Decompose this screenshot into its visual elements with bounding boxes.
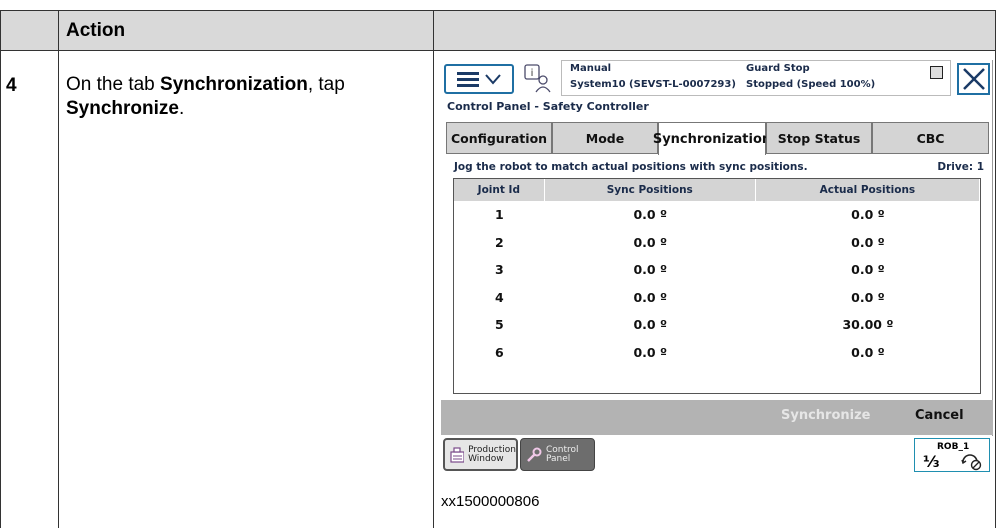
table-row[interactable]: 4 0.0 º 0.0 º (454, 284, 980, 312)
tab-bar: Configuration Mode Synchronization Stop … (446, 122, 989, 155)
operator-info-icon[interactable]: i (523, 63, 553, 93)
close-icon (962, 68, 985, 90)
production-window-icon (450, 446, 465, 463)
column-actual-positions: Actual Positions (756, 179, 980, 201)
production-window-task[interactable]: Production Window (443, 438, 518, 471)
sync-position: 0.0 º (633, 207, 668, 223)
joint-id: 6 (494, 344, 504, 360)
actual-position: 0.0 º (851, 344, 885, 360)
table-header-row (0, 10, 996, 50)
table-column-divider-2 (433, 10, 434, 528)
sync-position: 0.0 º (633, 344, 668, 360)
production-label-line2: Window (468, 453, 504, 464)
actual-position: 30.00 º (842, 317, 894, 333)
tab-mode[interactable]: Mode (552, 122, 658, 154)
actual-position: 0.0 º (851, 262, 885, 278)
tab-configuration[interactable]: Configuration (446, 122, 552, 154)
hamburger-icon (457, 72, 479, 87)
action-column-header: Action (66, 20, 126, 41)
joint-id: 4 (494, 289, 504, 305)
drive-label: Drive: 1 (937, 161, 984, 173)
system-name: System10 (SEVST-L-0007293) (570, 79, 736, 90)
table-row[interactable]: 5 0.0 º 30.00 º (454, 311, 980, 339)
table-border-left (0, 10, 1, 528)
column-joint-id: Joint Id (454, 179, 545, 201)
step-instruction: On the tab Synchronization, tap Synchron… (66, 74, 345, 119)
taskbar: Production Window Control Panel ROB_1 ⅓ (441, 436, 993, 475)
mechanical-unit-label: ROB_1 (937, 442, 970, 452)
controller-state: Guard Stop (746, 63, 810, 74)
event-log-icon (930, 66, 943, 79)
close-button[interactable] (957, 63, 990, 95)
command-bar: Synchronize Cancel (441, 400, 993, 435)
table-column-divider-1 (58, 10, 59, 528)
main-menu-button[interactable] (444, 64, 514, 94)
joint-id: 1 (494, 207, 504, 223)
panel-title: Control Panel - Safety Controller (447, 100, 649, 113)
chevron-down-icon (485, 74, 501, 85)
column-sync-positions: Sync Positions (545, 179, 756, 201)
control-panel-icon (527, 447, 542, 462)
quickset-button[interactable]: ROB_1 ⅓ (914, 438, 990, 472)
actual-position: 0.0 º (851, 207, 885, 223)
table-row[interactable]: 3 0.0 º 0.0 º (454, 256, 980, 284)
tab-stop-status[interactable]: Stop Status (766, 122, 872, 154)
sync-position: 0.0 º (633, 289, 668, 305)
sync-position: 0.0 º (633, 234, 668, 250)
joint-id: 3 (494, 262, 504, 278)
actual-position: 0.0 º (851, 234, 885, 250)
robot-unit-icon (961, 454, 982, 471)
table-border-top (0, 10, 996, 11)
joint-id: 5 (494, 317, 504, 333)
flexpendant-screen: i Manual System10 (SEVST-L-0007293) Guar… (441, 60, 993, 475)
sync-position: 0.0 º (633, 262, 668, 278)
table-row[interactable]: 2 0.0 º 0.0 º (454, 229, 980, 257)
control-panel-task[interactable]: Control Panel (520, 438, 595, 471)
sync-instruction: Jog the robot to match actual positions … (454, 161, 808, 173)
increment-indicator: ⅓ (923, 452, 940, 471)
instruction-line: Jog the robot to match actual positions … (454, 161, 984, 173)
control-label-line2: Panel (546, 453, 571, 464)
table-row[interactable]: 1 0.0 º 0.0 º (454, 201, 980, 229)
tab-cbc[interactable]: CBC (872, 122, 989, 154)
actual-position: 0.0 º (851, 289, 885, 305)
table-header-divider (0, 50, 996, 51)
step-number: 4 (6, 75, 17, 96)
program-state: Stopped (Speed 100%) (746, 79, 876, 90)
figure-caption: xx1500000806 (441, 493, 540, 510)
positions-table: Joint Id Sync Positions Actual Positions… (453, 178, 981, 394)
svg-text:i: i (531, 68, 534, 79)
sync-position: 0.0 º (633, 317, 668, 333)
tab-synchronization[interactable]: Synchronization (653, 122, 771, 155)
status-bar[interactable]: Manual System10 (SEVST-L-0007293) Guard … (561, 60, 951, 96)
cancel-button[interactable]: Cancel (915, 408, 964, 423)
synchronize-button[interactable]: Synchronize (781, 408, 871, 423)
operating-mode: Manual (570, 63, 612, 74)
joint-id: 2 (494, 234, 504, 250)
table-row[interactable]: 6 0.0 º 0.0 º (454, 339, 980, 367)
positions-table-header: Joint Id Sync Positions Actual Positions (454, 179, 980, 201)
